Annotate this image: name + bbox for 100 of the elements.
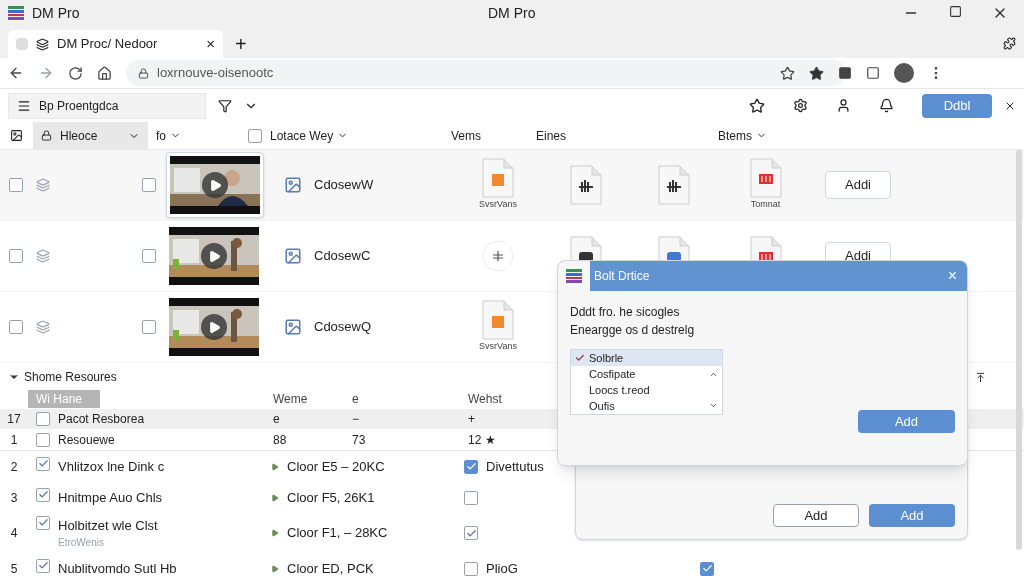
table-cell-text: 12 ★ (467, 431, 497, 449)
option-list[interactable]: Solbrle Cosfipate Loocs t.reod Oufis (570, 349, 723, 415)
table-cell-text: − (351, 411, 360, 428)
tab-close-button[interactable]: × (206, 32, 215, 56)
table-cell-text: Cloor ED, PCK (287, 559, 374, 576)
square-icon[interactable] (838, 66, 852, 80)
checkbox[interactable] (36, 515, 50, 530)
checkbox[interactable] (142, 249, 156, 263)
checkbox[interactable] (464, 561, 478, 576)
checkbox[interactable] (36, 412, 50, 426)
row-index: 1 (9, 431, 19, 449)
row-index: 5 (9, 560, 19, 576)
column-header: Weme (272, 391, 309, 408)
lock-icon (138, 67, 149, 79)
back-icon[interactable] (8, 65, 24, 81)
column-header: Wehst (467, 391, 503, 408)
audio-file-icon[interactable] (570, 165, 602, 205)
option-item[interactable]: Loocs t.reod (571, 382, 722, 398)
column-header[interactable]: Lotace Wey (270, 126, 349, 145)
square-icon[interactable] (866, 66, 880, 80)
dialog-title: Bolt Drtice (594, 268, 650, 285)
file-caption: Tomnat (750, 198, 781, 212)
option-item[interactable]: Cosfipate (571, 366, 722, 382)
column-header[interactable]: Btems (710, 126, 775, 145)
star-icon[interactable] (749, 97, 765, 114)
table-cell-text: + (467, 411, 476, 428)
tab-favicon (16, 38, 28, 50)
add-button[interactable]: Addi (825, 171, 891, 199)
checkbox[interactable] (464, 490, 478, 505)
scrollbar[interactable] (1016, 150, 1022, 550)
option-item[interactable]: Solbrle (571, 350, 722, 366)
checkbox[interactable] (142, 178, 156, 192)
resource-name: Hnitmpe Auo Chls (58, 488, 163, 507)
image-icon (284, 247, 302, 265)
image-icon (284, 318, 302, 336)
audio-file-icon[interactable] (658, 165, 690, 205)
checkbox[interactable] (36, 432, 50, 447)
add-button[interactable]: Add (773, 504, 859, 527)
browser-tab[interactable]: DM Proc/ Nedoor × (8, 30, 223, 58)
star-icon[interactable] (780, 65, 795, 81)
column-header: Vems (450, 127, 482, 145)
home-icon[interactable] (97, 65, 112, 81)
profile-avatar[interactable] (894, 63, 914, 83)
section-title: Shome Resoures (24, 369, 117, 386)
media-name[interactable]: CdosewW (314, 175, 374, 195)
media-name[interactable]: CdosewQ (314, 317, 372, 337)
resource-name: Vhlitzox lne Dink c (58, 457, 165, 476)
reload-icon[interactable] (68, 65, 83, 81)
option-item[interactable]: Oufis (571, 398, 722, 414)
window-title: DM Pro (488, 3, 536, 23)
star-icon[interactable] (809, 65, 824, 81)
column-header: e (351, 391, 360, 408)
app-name: DM Pro (32, 3, 80, 23)
dialog-text: Eneargge os d destrelg (570, 322, 696, 339)
checkbox[interactable] (9, 320, 23, 334)
bell-icon[interactable] (879, 98, 894, 113)
settings-icon[interactable] (793, 98, 808, 113)
flag-label: PlioG (486, 559, 518, 576)
flag-label: Divettutus (486, 457, 544, 476)
group-label: Pacot Resborea (58, 411, 145, 428)
user-icon[interactable] (836, 98, 851, 113)
dialog-logo-icon (566, 269, 582, 283)
table-cell-text: Cloor E5 – 20KC (287, 457, 385, 476)
image-icon (284, 176, 302, 194)
table-cell-text: 88 (272, 431, 288, 449)
file-caption: SvsrVans (479, 340, 517, 354)
scroll-up-icon[interactable] (709, 370, 718, 379)
scroll-down-icon[interactable] (709, 401, 718, 410)
tab-title: DM Proc/ Nedoor (57, 35, 158, 54)
checkbox[interactable] (464, 526, 478, 540)
checkbox[interactable] (36, 456, 50, 471)
column-header[interactable]: fo (148, 126, 189, 145)
checkbox[interactable] (9, 249, 23, 263)
checkbox[interactable] (36, 558, 50, 573)
address-field[interactable]: loxrnouve-oisenootc (126, 60, 846, 86)
dialog-text: Dddt fro. he sicogles (570, 304, 681, 321)
checkbox[interactable] (464, 459, 478, 474)
column-dropdown[interactable]: Hleoce (33, 122, 148, 149)
checkbox[interactable] (36, 487, 50, 502)
checkbox[interactable] (700, 561, 714, 576)
checkbox[interactable] (9, 178, 23, 192)
checkbox[interactable] (248, 128, 262, 143)
table-cell-text: e (272, 411, 281, 428)
image-icon (10, 129, 23, 142)
menu-icon[interactable] (17, 98, 31, 113)
arrow-up-icon[interactable] (975, 371, 986, 383)
search-field[interactable]: Bp Proentgdca (8, 92, 206, 119)
media-name[interactable]: CdosewC (314, 246, 371, 266)
row-index: 2 (9, 458, 19, 476)
maximize-icon[interactable] (949, 5, 962, 18)
filter-icon[interactable] (218, 98, 232, 113)
checkbox[interactable] (142, 320, 156, 334)
table-cell-text: 73 (351, 431, 367, 449)
column-header: Eines (535, 127, 568, 145)
extension-icon[interactable] (1003, 37, 1016, 50)
app-logo-icon (8, 6, 24, 20)
row-index: 17 (6, 411, 22, 428)
lock-icon (41, 130, 52, 141)
new-tab-button[interactable]: + (235, 34, 247, 54)
table-cell-text: Cloor F1, – 28KC (287, 524, 388, 543)
